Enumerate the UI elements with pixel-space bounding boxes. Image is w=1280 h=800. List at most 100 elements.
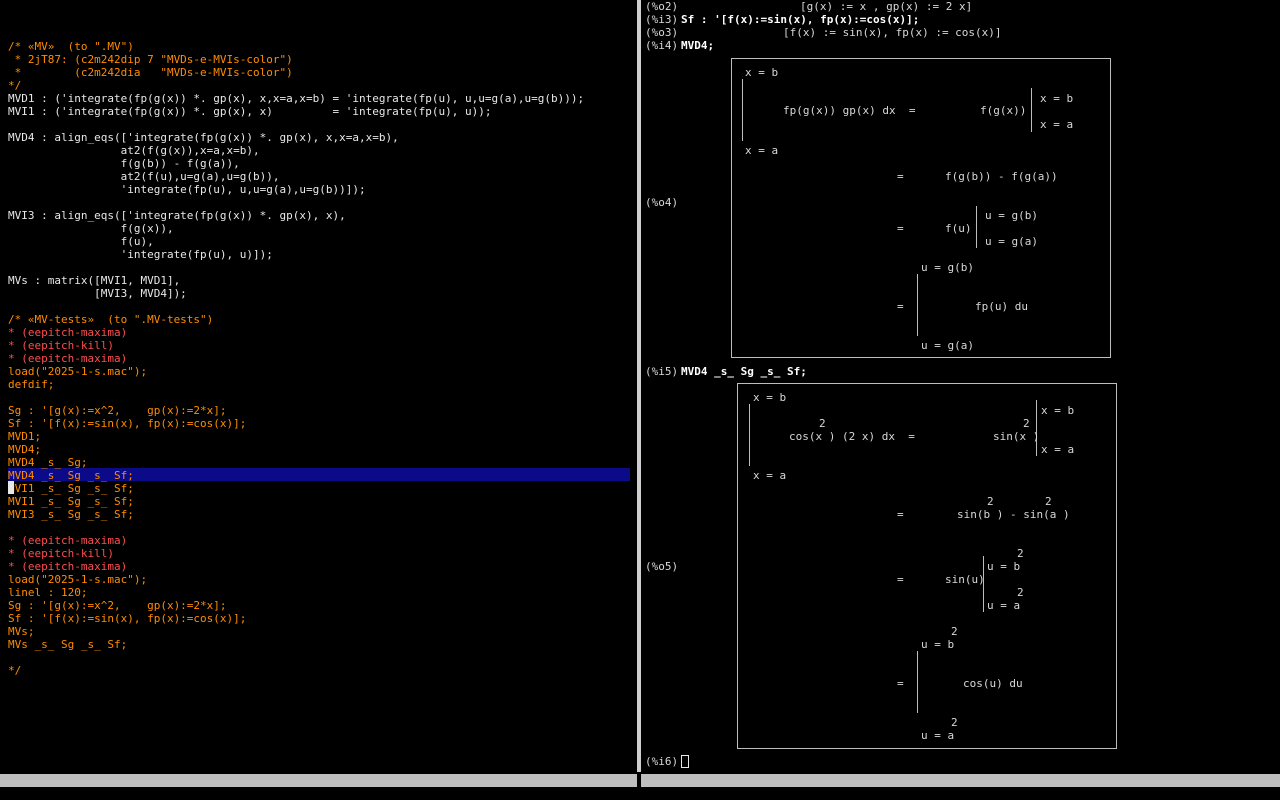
repl-cursor (681, 755, 689, 768)
eval-bar (976, 206, 977, 248)
repl-output-text: = (897, 222, 904, 235)
repl-output-text: u = b (921, 638, 955, 651)
code-line[interactable]: /* «MV-tests» (to ".MV-tests") (8, 313, 213, 326)
code-line[interactable]: at2(f(u),u=g(a),u=g(b)), (8, 170, 280, 183)
repl-output-text: = (897, 677, 904, 690)
code-line[interactable]: MVs; (8, 625, 35, 638)
code-line[interactable]: Sg : '[g(x):=x^2, gp(x):=2*x]; (8, 599, 227, 612)
repl-output-text: Sf : '[f(x):=sin(x), fp(x):=cos(x)]; (681, 13, 920, 26)
code-line[interactable]: MVI1 _s_ Sg _s_ Sf; (8, 495, 134, 508)
code-line[interactable]: MVD4 : align_eqs(['integrate(fp(g(x)) *.… (8, 131, 399, 144)
repl-output-text: cos(u) du (963, 677, 1023, 690)
repl-output-text: [f(x) := sin(x), fp(x) := cos(x)] (783, 26, 1002, 39)
repl-output-text: u = g(b) (985, 209, 1038, 222)
maxima-repl-pane[interactable]: (%o2) [g(x) := x , gp(x) := 2 x] (%i3) Sf :… (645, 0, 1280, 772)
modeline-repl[interactable]: -:**- *maxima* Bot L70 (Comint:run eev) … (641, 774, 1280, 800)
integral-bar (917, 651, 918, 713)
code-line[interactable]: 'integrate(fp(u), u)]); (8, 248, 273, 261)
code-line[interactable]: load("2025-1-s.mac"); (8, 365, 147, 378)
code-line[interactable]: * (eepitch-kill) (8, 547, 114, 560)
code-line[interactable]: MVD1; (8, 430, 41, 443)
editor-pane[interactable]: /* «MV» (to ".MV") * 2jT87: (c2m242dip 7… (0, 0, 630, 772)
code-line[interactable]: MVD4 _s_ Sg _s_ Sf; (8, 469, 134, 482)
repl-output-text: cos(x ) (2 x) dx = (789, 430, 915, 443)
modeline-status: U:--- (13, 787, 60, 800)
modeline-buffer-name[interactable]: *maxima* (707, 787, 760, 800)
code-line[interactable]: /* «MV» (to ".MV") (8, 40, 134, 53)
code-line[interactable]: MVI1 : ('integrate(fp(g(x)) *. gp(x), x)… (8, 105, 491, 118)
code-line[interactable]: MVI1 _s_ Sg _s_ Sf; (8, 482, 134, 495)
repl-prompt-label: (%i3) (645, 13, 679, 26)
code-line[interactable]: Sf : '[f(x):=sin(x), fp(x):=cos(x)]; (8, 612, 246, 625)
code-line[interactable]: at2(f(g(x)),x=a,x=b), (8, 144, 260, 157)
code-line[interactable]: Sg : '[g(x):=x^2, gp(x):=2*x]; (8, 404, 227, 417)
repl-prompt-label: (%o5) (645, 560, 679, 573)
repl-output-text: 2 (987, 495, 994, 508)
code-line[interactable]: * (eepitch-kill) (8, 339, 114, 352)
code-line[interactable]: * (eepitch-maxima) (8, 560, 127, 573)
code-line[interactable]: */ (8, 664, 21, 677)
code-line[interactable]: MVs _s_ Sg _s_ Sf; (8, 638, 127, 651)
code-line[interactable]: MVD1 : ('integrate(fp(g(x)) *. gp(x), x,… (8, 92, 584, 105)
code-line[interactable]: 'integrate(fp(u), u,u=g(a),u=g(b))]); (8, 183, 366, 196)
code-line[interactable]: f(u), (8, 235, 154, 248)
repl-output-text: 2 (1017, 586, 1024, 599)
repl-output-text: 2 (951, 625, 958, 638)
text-cursor (8, 481, 14, 494)
integral-bar (742, 79, 743, 141)
modeline-buffer-name[interactable]: 2025-1-s.mac (60, 787, 139, 800)
code-line[interactable]: * (eepitch-maxima) (8, 352, 127, 365)
repl-output-text: 2 (1017, 547, 1024, 560)
repl-output-text: = (897, 170, 904, 183)
repl-output-text: x = b (745, 66, 779, 79)
repl-output-text: [g(x) := x , gp(x) := 2 x] (800, 0, 973, 13)
code-line[interactable]: defdif; (8, 378, 54, 391)
code-line[interactable]: Sf : '[f(x):=sin(x), fp(x):=cos(x)]; (8, 417, 246, 430)
integral-bar (749, 404, 750, 466)
repl-output-text: sin(x ) (993, 430, 1040, 443)
code-line[interactable]: */ (8, 79, 21, 92)
code-line[interactable]: MVI3 _s_ Sg _s_ Sf; (8, 508, 134, 521)
window-divider[interactable] (637, 0, 641, 772)
repl-prompt-label: (%o4) (645, 196, 679, 209)
integral-bar (917, 274, 918, 336)
repl-output-text: u = a (987, 599, 1021, 612)
repl-output-text: x = a (1041, 443, 1075, 456)
code-line[interactable]: linel : 120; (8, 586, 87, 599)
code-line[interactable]: MVI3 : align_eqs(['integrate(fp(g(x)) *.… (8, 209, 346, 222)
code-line[interactable]: * (c2m242dia "MVDs-e-MVIs-color") (8, 66, 293, 79)
code-line[interactable]: * 2jT87: (c2m242dip 7 "MVDs-e-MVIs-color… (8, 53, 293, 66)
modeline-editor[interactable]: U:--- 2025-1-s.mac 60% L151 (Maxima eev)… (0, 774, 637, 800)
eval-bar (1036, 400, 1037, 456)
repl-output-text: u = a (921, 729, 955, 742)
modeline-info: Bot L70 (Comint:run eev) 01:11 (760, 787, 1039, 800)
repl-output-text: fp(u) du (975, 300, 1028, 313)
repl-output-text: MVD4 _s_ Sg _s_ Sf; (681, 365, 807, 378)
code-line[interactable]: f(g(x)), (8, 222, 174, 235)
repl-output-text: x = a (1040, 118, 1074, 131)
modeline-status: -:**- (654, 787, 708, 800)
repl-output-text: fp(g(x)) gp(x) dx = (783, 104, 916, 117)
repl-prompt-label: (%o2) (645, 0, 679, 13)
repl-output-text: f(g(b)) - f(g(a)) (945, 170, 1058, 183)
repl-output-text: f(g(x)) (980, 104, 1027, 117)
code-line[interactable]: MVD4; (8, 443, 41, 456)
eval-bar (1031, 88, 1032, 132)
repl-prompt-label: (%o3) (645, 26, 679, 39)
repl-output-text: x = b (1040, 92, 1074, 105)
repl-output-text: MVD4; (681, 39, 715, 52)
repl-output-text: = (897, 300, 904, 313)
repl-output-text: = (897, 573, 904, 586)
code-line[interactable]: * (eepitch-maxima) (8, 534, 127, 547)
code-line[interactable]: MVD4 _s_ Sg; (8, 456, 87, 469)
repl-output-text: x = b (1041, 404, 1075, 417)
repl-output-text: u = b (987, 560, 1021, 573)
repl-output-text: x = a (753, 469, 787, 482)
code-line[interactable]: * (eepitch-maxima) (8, 326, 127, 339)
code-line[interactable]: f(g(b)) - f(g(a)), (8, 157, 240, 170)
code-line[interactable]: load("2025-1-s.mac"); (8, 573, 147, 586)
code-line[interactable]: [MVI3, MVD4]); (8, 287, 187, 300)
modeline-info: 60% L151 (Maxima eev) 01:11 (139, 787, 371, 800)
code-line[interactable]: MVs : matrix([MVI1, MVD1], (8, 274, 180, 287)
repl-output-text: sin(u) (945, 573, 985, 586)
